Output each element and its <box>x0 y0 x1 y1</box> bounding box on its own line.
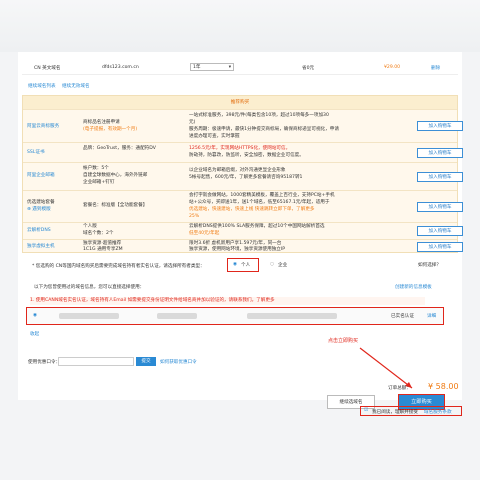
row-detail: 元) <box>189 120 196 125</box>
template-link[interactable]: ⊕ 遇到模版 <box>27 207 51 214</box>
coupon-label: 使用优惠口令： <box>28 360 61 365</box>
detail-link[interactable]: 详细 <box>427 313 436 319</box>
row-detail: 服务周期：极速申请，最快1分钟提交商标局，确保商标递呈可视化，申请 <box>189 127 339 132</box>
recommend-row-trademark: 阿里云商标服务 商标品名注册申请 (电子提报，有效期一个月) 一站式标准服务，3… <box>23 109 463 142</box>
radio-unchecked-icon[interactable]: ○ <box>270 262 274 267</box>
row-detail: 防劫持，防篡改，防监听，安全加密，数据企业可信度。 <box>189 153 304 158</box>
row-desc: 品牌：GeoTrust，服务：通配符DV <box>83 146 156 151</box>
row-detail: 以企业域名为邮箱后缀，对外沟通更显企业形象 <box>189 168 286 173</box>
checkbox-icon[interactable]: ☑ <box>364 408 368 413</box>
recommend-row-website: 优选建站套餐 ⊕ 遇到模版 套餐名：标准版【全功能套餐】 会打字就会做网站，10… <box>23 190 463 222</box>
unregistered-link[interactable]: 继续无效域名 <box>62 83 90 89</box>
recommend-header: 推荐购买 <box>23 96 457 109</box>
row-desc: 域名个数：2个 <box>83 231 114 236</box>
owner-template-row[interactable]: ◉ 已实名认证 详细 <box>26 307 444 325</box>
add-to-cart-button[interactable]: 加入购物车 <box>417 172 463 182</box>
recommend-row-dns: 云解析DNS 个人版 域名个数：2个 云解析DNS提供100% SLA服务保障，… <box>23 222 463 239</box>
recommend-row-ssl: SSL证书 品牌：GeoTrust，服务：通配符DV 1256.5元/年，实现网… <box>23 142 463 162</box>
row-desc: (电子提报，有效期一个月) <box>83 127 138 132</box>
total-label: 订单总额： <box>388 386 411 391</box>
blurred-info <box>157 313 197 319</box>
domain-type: CN 英文域名 <box>34 66 61 71</box>
blurred-address <box>247 313 337 319</box>
radio-checked-icon[interactable]: ◉ <box>33 313 37 318</box>
row-detail: 1256.5元/年，实现网站HTTPS化，使网站可信。 <box>189 146 291 151</box>
add-to-cart-button[interactable]: 加入购物车 <box>417 202 463 212</box>
period-select[interactable]: 1年 ▾ <box>190 63 234 71</box>
page-header-fade <box>0 0 480 52</box>
row-detail: 一站式标准服务，398元/件(每类包含10项，超过10项每多一项加30 <box>189 113 329 118</box>
collapse-link[interactable]: 收起 <box>30 331 39 337</box>
blurred-name <box>59 313 119 319</box>
row-detail: 进度办理可查，实时掌握 <box>189 134 240 139</box>
delete-link[interactable]: 删除 <box>431 65 440 71</box>
total-value: ¥ 58.00 <box>428 382 459 391</box>
certified-status: 已实名认证 <box>391 314 414 319</box>
row-detail: 低至40元/年起 <box>189 231 220 236</box>
coupon-help-link[interactable]: 如何获取优惠口令 <box>160 359 197 365</box>
row-name[interactable]: 阿里云商标服务 <box>27 124 59 131</box>
auth-tip: 1. 使用CANN域名实名认证，域名持有人Email 如需要提交身份证明文件给域… <box>30 297 425 305</box>
add-to-cart-button[interactable]: 加入购物车 <box>417 226 463 236</box>
add-to-cart-button[interactable]: 加入购物车 <box>417 148 463 158</box>
row-detail: 5帐号起售，600元/年，了解更多套餐请咨询95187转1 <box>189 175 303 180</box>
agree-text: 我已阅读，理解并接受 <box>372 410 418 415</box>
saving-text: 省0元 <box>302 66 315 71</box>
recommend-row-mail: 阿里企业邮箱 帐户数：5个 自建全球数据中心，海外外链邮 企业邮箱+钉钉 以企业… <box>23 162 463 190</box>
row-desc: 套餐名：标准版【全功能套餐】 <box>83 203 148 208</box>
row-desc: 商标品名注册申请 <box>83 120 120 125</box>
row-detail: 独享资源，使用网站环境，独享资源使用独立IP <box>189 247 286 252</box>
row-name: 优选建站套餐 <box>27 200 55 205</box>
recommend-table: 推荐购买 阿里云商标服务 商标品名注册申请 (电子提报，有效期一个月) 一站式标… <box>22 95 463 254</box>
row-detail: 站+公众号，买即送1年，送1个域名，低至65167.1元/年起，适用于 <box>189 200 330 205</box>
coupon-input[interactable] <box>58 357 134 366</box>
coupon-submit-button[interactable]: 提交 <box>136 357 156 366</box>
row-detail: 会打字就会做网站，1000套精美模板，覆盖上百行业，支持PC站+手机 <box>189 193 335 198</box>
recommend-row-hosting: 独享虚拟主机 独享资源·超值推荐 1C1G 通用专享ZM 限时3.6折 虚机新用… <box>23 239 463 254</box>
add-to-cart-button[interactable]: 加入购物车 <box>417 121 463 131</box>
domain-row: CN 英文域名 dfds123.com.cn 1年 ▾ 省0元 ¥29.00 删除 <box>22 61 458 75</box>
owner-question: * 您选购的 CN等国内域名购买后需要完成域名持有者实名认证，请选择所有者类型： <box>32 264 205 269</box>
row-desc: 自建全球数据中心，海外外链邮 <box>83 173 148 178</box>
radio-company-label[interactable]: 企业 <box>278 262 287 268</box>
radio-personal-label[interactable]: 个人 <box>241 262 250 268</box>
continue-register-link[interactable]: 继续域名列表 <box>28 83 56 89</box>
row-name[interactable]: 云解析DNS <box>27 228 51 235</box>
row-desc: 1C1G 通用专享ZM <box>83 247 123 252</box>
how-choose-link[interactable]: 如何选择？ <box>418 262 441 268</box>
radio-checked-icon[interactable]: ◉ <box>233 262 237 267</box>
row-detail: 优选建站，快速建站，快速上线 快速跳转立即下单，了解更多 <box>189 207 315 212</box>
row-detail: 25% <box>189 214 200 219</box>
domain-price: ¥29.00 <box>384 65 401 70</box>
agree-terms-link[interactable]: 域名服务条款 <box>424 409 452 415</box>
row-detail: 云解析DNS提供100% SLA服务保障，超过10个中国网站解析首选 <box>189 224 325 229</box>
row-name[interactable]: 独享虚拟主机 <box>27 244 55 251</box>
add-to-cart-button[interactable]: 加入购物车 <box>417 242 463 252</box>
row-desc: 企业邮箱+钉钉 <box>83 180 115 185</box>
row-name[interactable]: 阿里企业邮箱 <box>27 173 55 180</box>
domain-name: dfds123.com.cn <box>102 65 139 70</box>
create-template-link[interactable]: 创建新的信息模板 <box>395 284 432 290</box>
row-desc: 个人版 <box>83 224 97 229</box>
chevron-down-icon: ▾ <box>228 65 231 70</box>
info-line: 以下为您曾使用过的域名信息，您可以直接选择使用： <box>34 285 145 290</box>
row-name[interactable]: SSL证书 <box>27 150 45 157</box>
row-desc: 帐户数：5个 <box>83 166 109 171</box>
